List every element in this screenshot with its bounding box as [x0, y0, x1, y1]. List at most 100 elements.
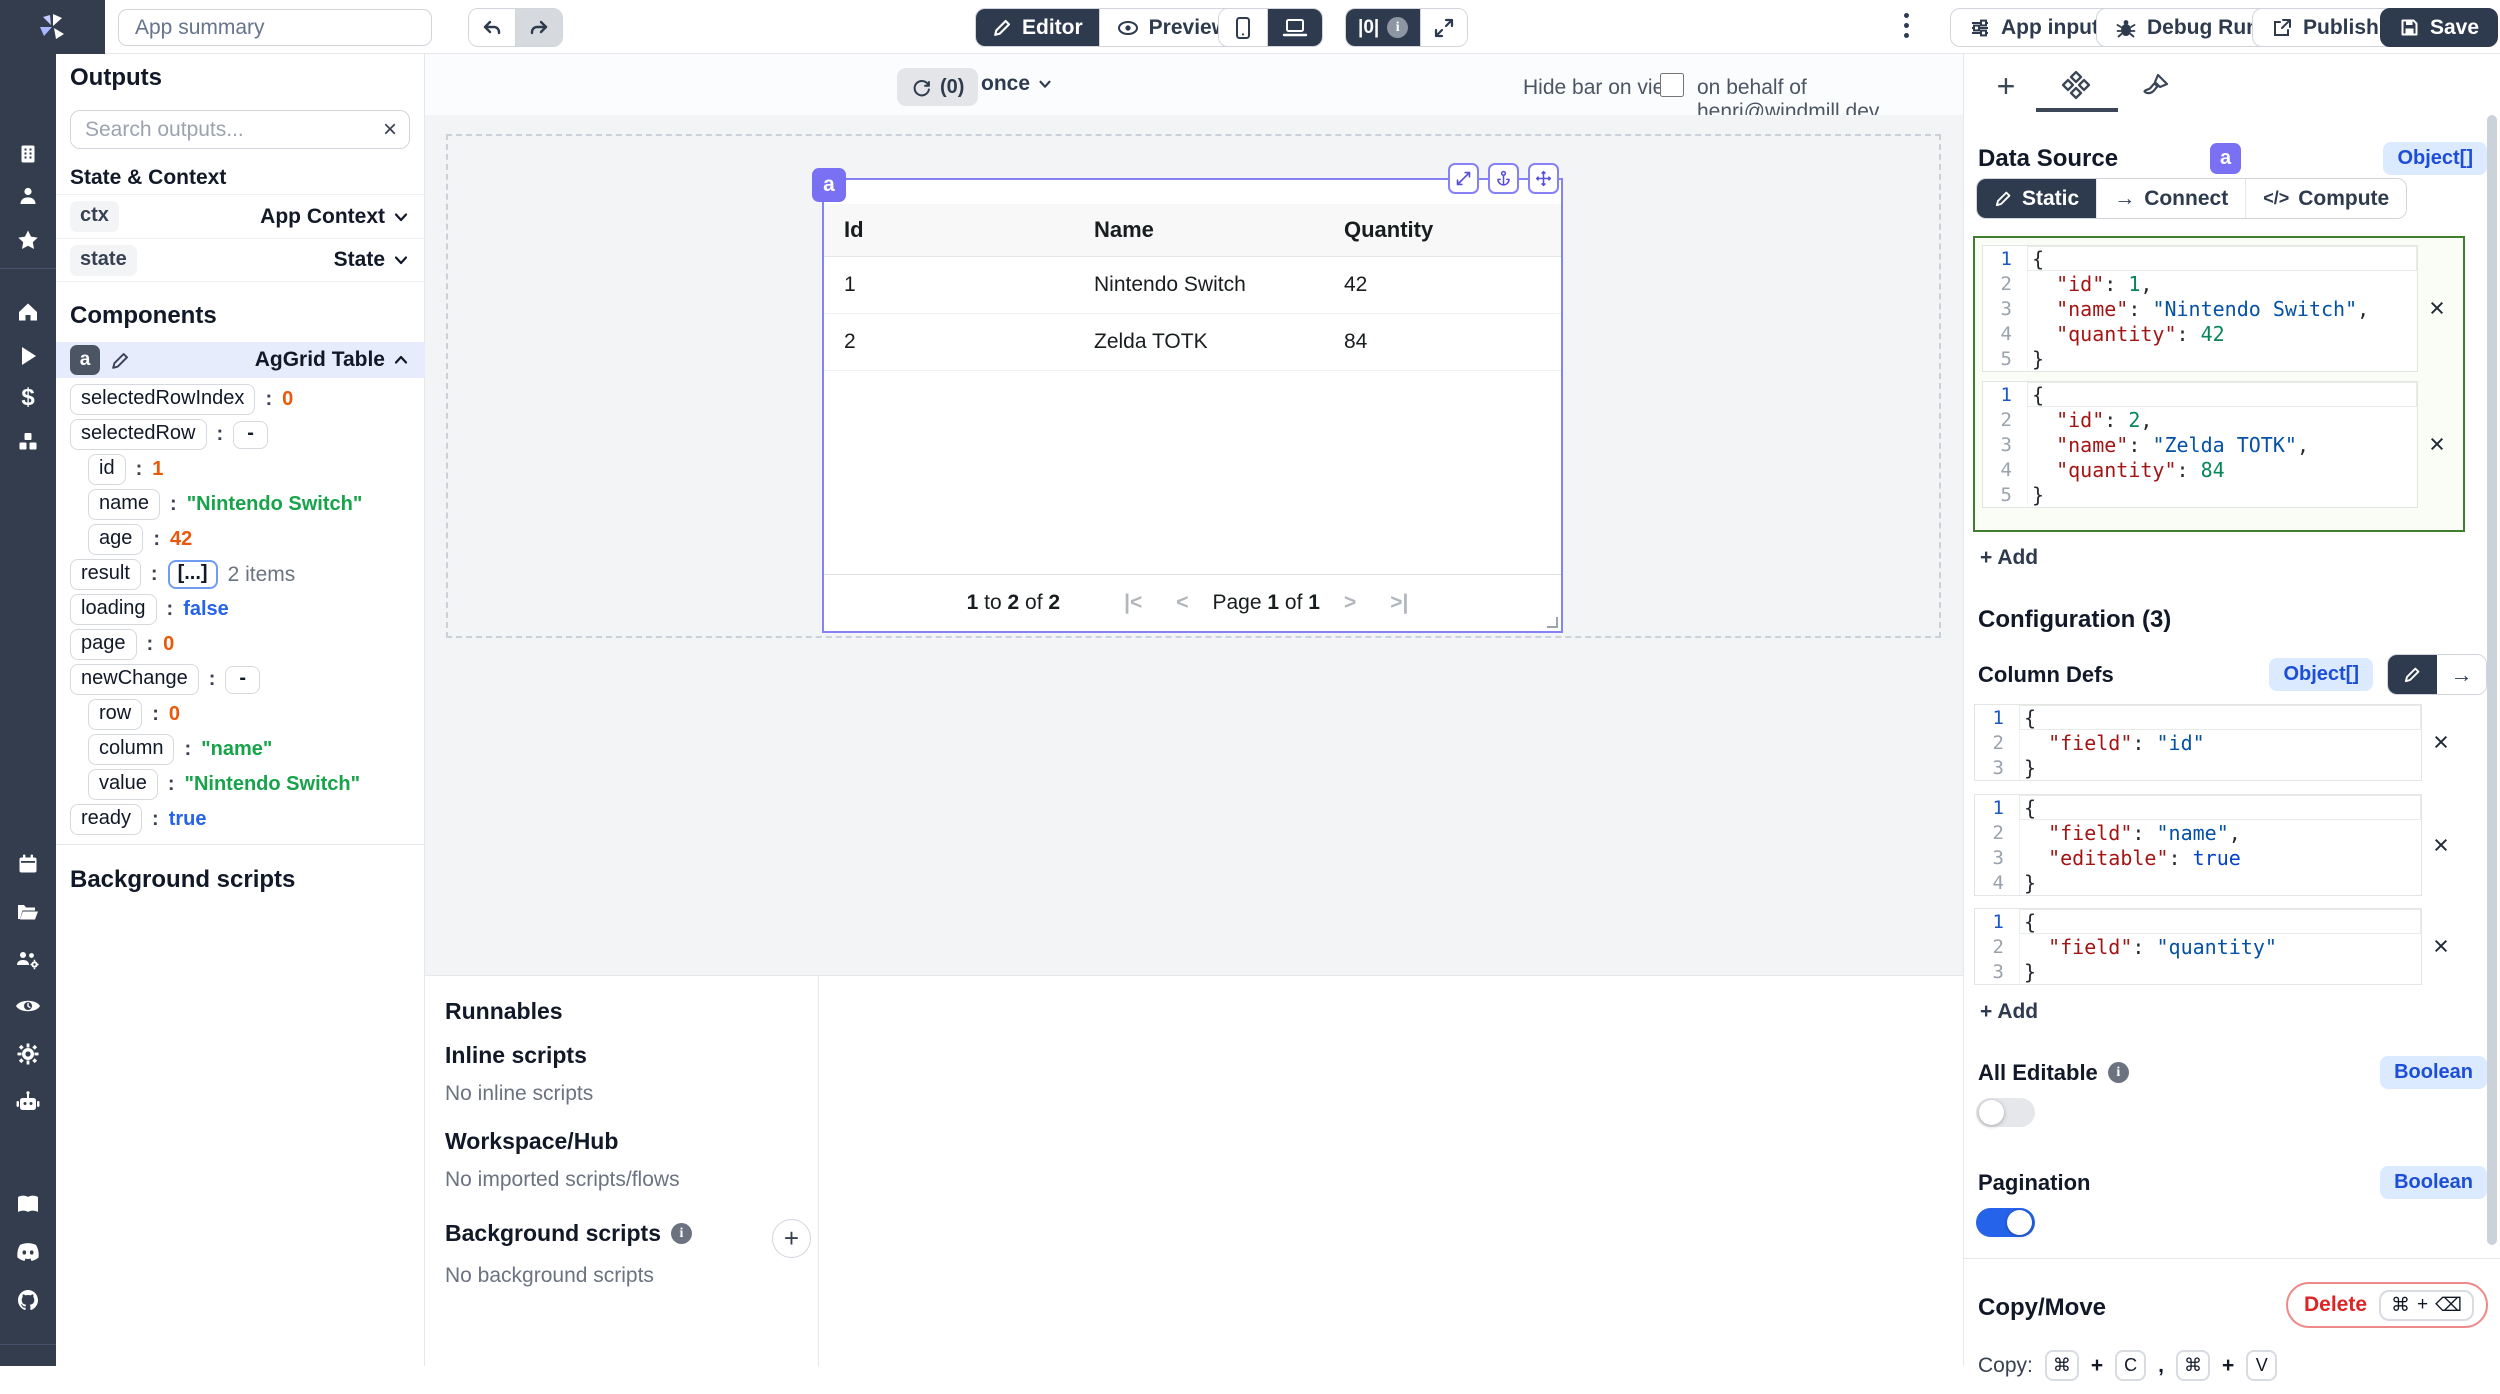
- table-row[interactable]: 1 Nintendo Switch 42: [824, 257, 1561, 314]
- coldef-editor-3[interactable]: 1{2 "field": "quantity"3}: [1974, 908, 2422, 985]
- desktop-view-button[interactable]: [1267, 9, 1322, 46]
- move-component-button[interactable]: [1528, 163, 1559, 194]
- table-row[interactable]: 2 Zelda TOTK 84: [824, 314, 1561, 371]
- tab-connect[interactable]: → Connect: [2096, 179, 2245, 218]
- schedule-dropdown[interactable]: once: [981, 72, 1054, 96]
- delete-component-button[interactable]: Delete ⌘ + ⌫: [2286, 1282, 2488, 1328]
- json-editor-item-2[interactable]: 1{2 "id": 2,3 "name": "Zelda TOTK",4 "qu…: [1982, 381, 2418, 508]
- workspace-icon[interactable]: [17, 143, 39, 165]
- redo-button[interactable]: [515, 9, 562, 46]
- output-prop-column[interactable]: column:"name": [88, 732, 410, 767]
- prop-value[interactable]: [...]: [168, 560, 218, 589]
- anchor-component-button[interactable]: [1488, 163, 1519, 194]
- cell-id[interactable]: 1: [824, 273, 1074, 297]
- json-editor-item-1[interactable]: 1{2 "id": 1,3 "name": "Nintendo Switch",…: [1982, 245, 2418, 372]
- ctx-row[interactable]: ctx App Context: [56, 194, 425, 238]
- folders-icon[interactable]: [16, 901, 40, 923]
- pagination-toggle[interactable]: [1976, 1208, 2035, 1237]
- code-line[interactable]: 3}: [1975, 959, 2421, 984]
- code-line[interactable]: 2 "field": "id": [1975, 730, 2421, 755]
- tab-compute[interactable]: </> Compute: [2245, 179, 2406, 218]
- aggrid-table-component[interactable]: a Id Name Quanti: [822, 178, 1563, 633]
- output-prop-newChange[interactable]: newChange:-: [70, 662, 410, 697]
- code-line[interactable]: 1{: [1975, 909, 2421, 934]
- prop-value[interactable]: -: [233, 421, 268, 449]
- code-line[interactable]: 2 "field": "name",: [1975, 820, 2421, 845]
- app-summary-input[interactable]: [118, 9, 432, 46]
- code-line[interactable]: 3}: [1975, 755, 2421, 780]
- tab-add-component[interactable]: +: [1988, 68, 2024, 104]
- publish-button[interactable]: Publish: [2252, 8, 2398, 47]
- code-line[interactable]: 3 "name": "Nintendo Switch",: [1983, 296, 2417, 321]
- connect-mode-button[interactable]: →: [2437, 655, 2486, 694]
- output-prop-selectedRowIndex[interactable]: selectedRowIndex:0: [70, 382, 410, 417]
- tab-static[interactable]: Static: [1977, 179, 2096, 218]
- delete-item-icon[interactable]: ×: [2418, 293, 2456, 324]
- audit-logs-eye-icon[interactable]: [15, 996, 41, 1016]
- windmill-logo[interactable]: [0, 0, 105, 54]
- docs-book-icon[interactable]: [15, 1193, 41, 1215]
- runs-play-icon[interactable]: [18, 345, 38, 367]
- collapse-arrow-icon[interactable]: [15, 1374, 41, 1394]
- state-row[interactable]: state State: [56, 238, 425, 282]
- output-prop-page[interactable]: page:0: [70, 627, 410, 662]
- save-button[interactable]: Save: [2380, 8, 2498, 47]
- component-a-row[interactable]: a AgGrid Table: [56, 342, 425, 378]
- code-line[interactable]: 4}: [1975, 870, 2421, 895]
- outputs-width-button[interactable]: |0| i: [1346, 9, 1420, 46]
- search-outputs-input[interactable]: [71, 118, 371, 142]
- component-id-badge[interactable]: a: [812, 168, 846, 202]
- tab-styling[interactable]: [2138, 68, 2174, 104]
- code-line[interactable]: 1{: [1983, 382, 2417, 407]
- code-line[interactable]: 1{: [1975, 705, 2421, 730]
- add-coldef-button[interactable]: + Add: [1980, 1000, 2038, 1024]
- output-prop-id[interactable]: id:1: [88, 452, 410, 487]
- column-header-name[interactable]: Name: [1074, 217, 1324, 243]
- cell-name[interactable]: Nintendo Switch: [1074, 273, 1324, 297]
- home-icon[interactable]: [17, 301, 40, 324]
- object-type-pill[interactable]: Object[]: [2383, 142, 2487, 175]
- discord-icon[interactable]: [15, 1242, 41, 1262]
- code-line[interactable]: 5}: [1983, 346, 2417, 371]
- code-line[interactable]: 2 "id": 2,: [1983, 407, 2417, 432]
- output-prop-value[interactable]: value:"Nintendo Switch": [88, 767, 410, 802]
- delete-item-icon[interactable]: ×: [2418, 429, 2456, 460]
- hide-bar-checkbox[interactable]: [1660, 73, 1684, 97]
- clear-search-icon[interactable]: ×: [371, 116, 409, 144]
- code-line[interactable]: 4 "quantity": 42: [1983, 321, 2417, 346]
- fullscreen-button[interactable]: [1420, 9, 1467, 46]
- first-page-icon[interactable]: |<: [1114, 591, 1152, 615]
- resources-cubes-icon[interactable]: [16, 430, 40, 454]
- settings-gear-icon[interactable]: [16, 1042, 40, 1066]
- delete-coldef-icon[interactable]: ×: [2422, 727, 2460, 758]
- schedules-calendar-icon[interactable]: [17, 853, 39, 875]
- editor-mode-button[interactable]: Editor: [976, 9, 1099, 46]
- code-line[interactable]: 3 "editable": true: [1975, 845, 2421, 870]
- edit-mode-button[interactable]: [2388, 655, 2437, 694]
- output-prop-ready[interactable]: ready:true: [70, 802, 410, 837]
- output-prop-row[interactable]: row:0: [88, 697, 410, 732]
- app-canvas[interactable]: a Id Name Quanti: [425, 115, 1963, 975]
- output-prop-age[interactable]: age:42: [88, 522, 410, 557]
- coldef-editor-1[interactable]: 1{2 "field": "id"3}: [1974, 704, 2422, 781]
- next-page-icon[interactable]: >: [1334, 591, 1366, 615]
- code-line[interactable]: 2 "field": "quantity": [1975, 934, 2421, 959]
- undo-button[interactable]: [469, 9, 515, 46]
- code-line[interactable]: 1{: [1975, 795, 2421, 820]
- code-line[interactable]: 5}: [1983, 482, 2417, 507]
- output-prop-selectedRow[interactable]: selectedRow:-: [70, 417, 410, 452]
- code-line[interactable]: 3 "name": "Zelda TOTK",: [1983, 432, 2417, 457]
- cell-id[interactable]: 2: [824, 330, 1074, 354]
- more-menu-button[interactable]: [1896, 13, 1916, 38]
- refresh-components-button[interactable]: (0): [897, 68, 978, 106]
- coldef-editor-2[interactable]: 1{2 "field": "name",3 "editable": true4}: [1974, 794, 2422, 896]
- github-icon[interactable]: [16, 1288, 40, 1312]
- cell-quantity[interactable]: 84: [1324, 330, 1561, 354]
- column-header-quantity[interactable]: Quantity: [1324, 217, 1561, 243]
- tab-component-settings[interactable]: [2058, 68, 2094, 104]
- add-background-script-button[interactable]: +: [772, 1219, 811, 1258]
- user-icon[interactable]: [17, 185, 39, 207]
- output-prop-name[interactable]: name:"Nintendo Switch": [88, 487, 410, 522]
- code-line[interactable]: 2 "id": 1,: [1983, 271, 2417, 296]
- output-prop-loading[interactable]: loading:false: [70, 592, 410, 627]
